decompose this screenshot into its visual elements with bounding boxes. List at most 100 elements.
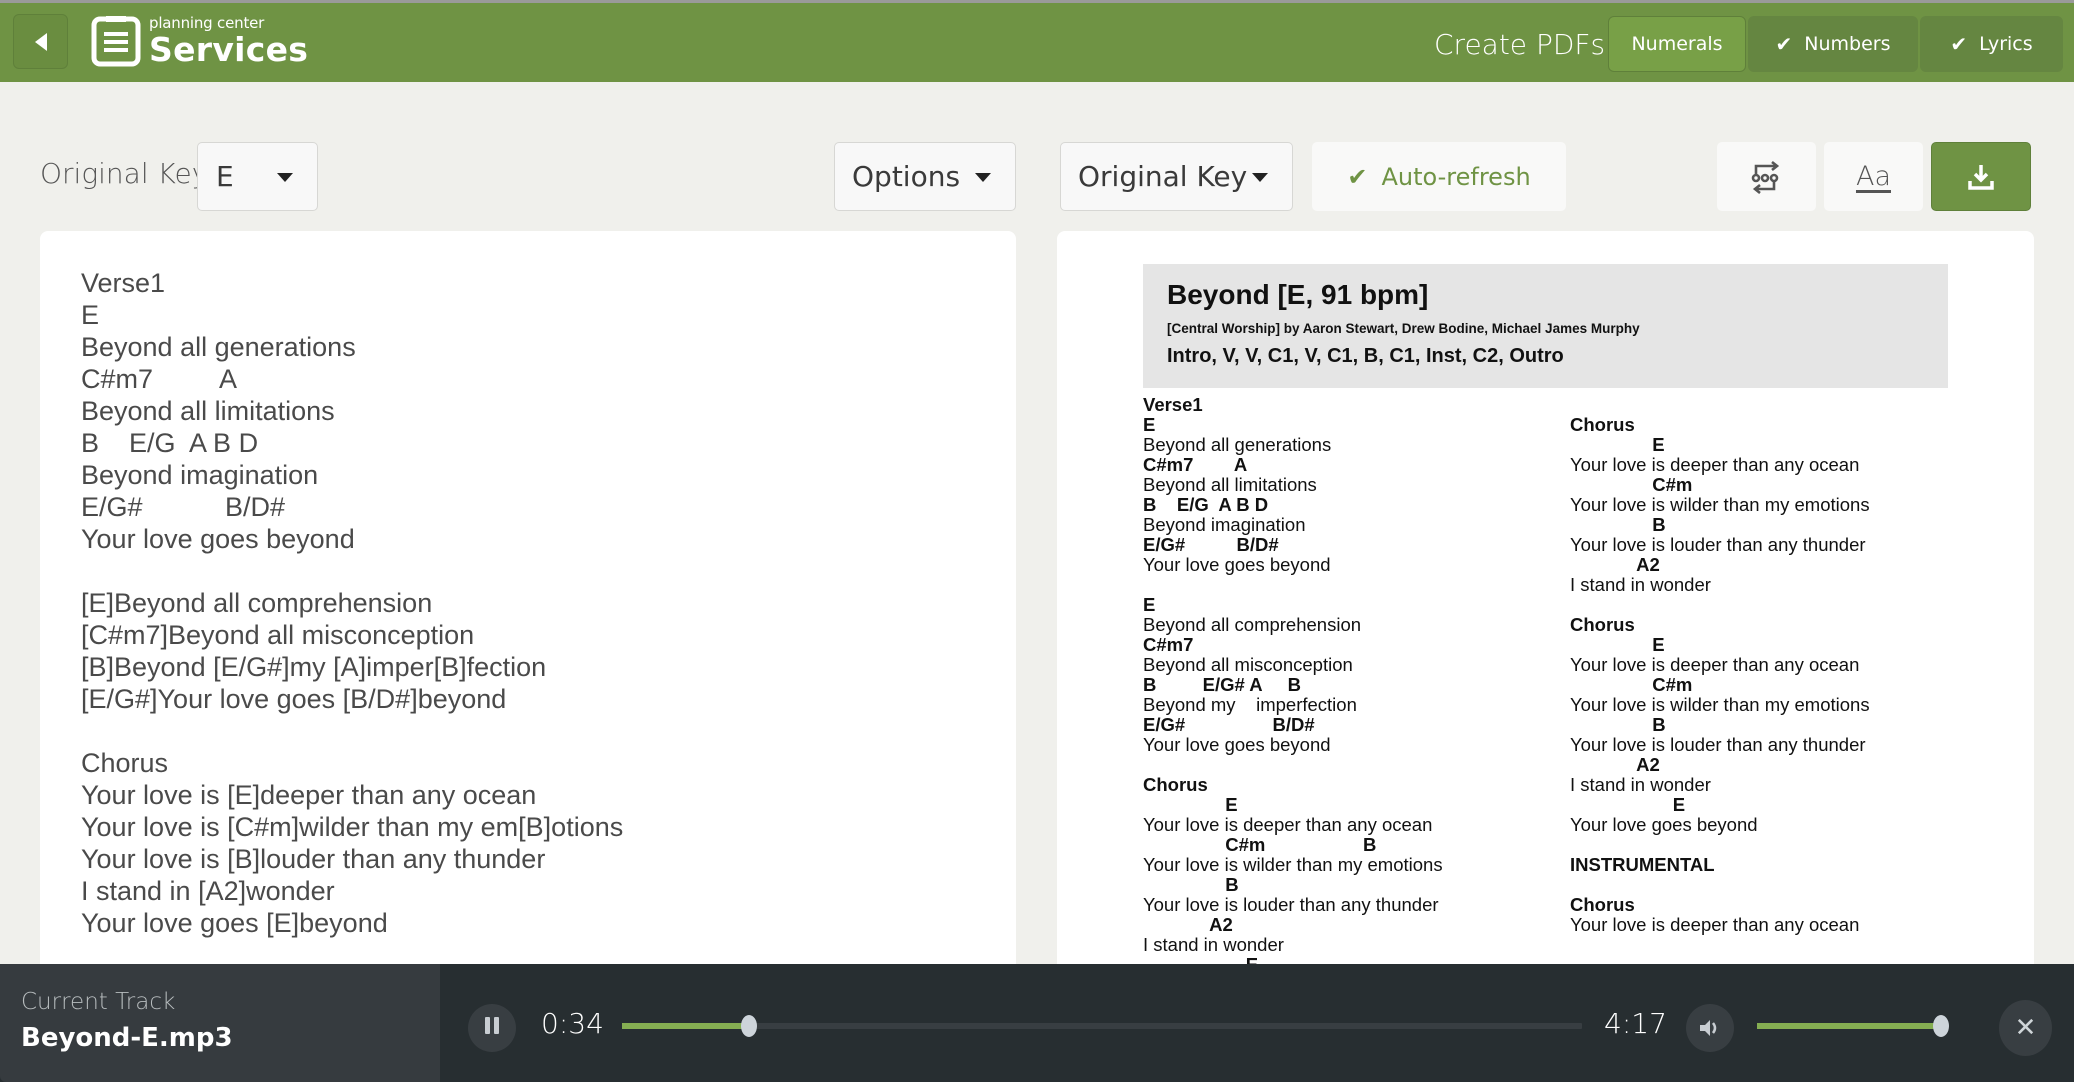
editor-line: Beyond all limitations: [81, 396, 335, 426]
download-button[interactable]: [1931, 142, 2031, 211]
chord-line: A2: [1570, 554, 1660, 575]
transpose-icon: [1751, 160, 1779, 194]
options-label: Options: [852, 160, 961, 193]
chord-chart-editor[interactable]: Verse1 E Beyond all generations C#m7 A Beyon…: [40, 231, 1016, 964]
caret-down-icon: [1252, 173, 1268, 182]
editor-line: Beyond imagination: [81, 460, 319, 490]
brand-subtitle: planning center: [149, 14, 265, 32]
editor-line: [E/G#]Your love goes [B/D#]beyond: [81, 684, 507, 714]
editor-line: I stand in [A2]wonder: [81, 876, 335, 906]
chord-line: E: [1570, 634, 1665, 655]
close-icon: ✕: [2014, 1013, 2037, 1043]
editor-blank-line: [81, 715, 623, 747]
chord-line: E/G# B/D#: [1143, 714, 1315, 735]
editor-line: Your love is [E]deeper than any ocean: [81, 780, 537, 810]
song-header: Beyond [E, 91 bpm] [Central Worship] by …: [1143, 264, 1948, 388]
lyric-line: Your love is louder than any thunder: [1570, 534, 1866, 555]
chord-line: E: [1143, 794, 1238, 815]
services-logo[interactable]: planning center Services: [91, 15, 308, 67]
song-title: Beyond [E, 91 bpm]: [1167, 279, 1429, 310]
lyric-line: Your love is wilder than my emotions: [1570, 494, 1870, 515]
section-heading: INSTRUMENTAL: [1570, 854, 1715, 875]
chord-line: C#m B: [1143, 834, 1377, 855]
pause-icon: [483, 1017, 501, 1039]
chord-line: E: [1143, 414, 1156, 435]
editor-line: Your love is [B]louder than any thunder: [81, 844, 546, 874]
key-select[interactable]: E: [197, 142, 318, 211]
volume-handle[interactable]: [1933, 1015, 1949, 1037]
chevron-left-icon: [34, 32, 47, 51]
song-sequence: Intro, V, V, C1, V, C1, B, C1, Inst, C2,…: [1167, 345, 1564, 367]
numerals-pdf-button[interactable]: Numerals: [1608, 16, 1746, 72]
editor-text[interactable]: Verse1 E Beyond all generations C#m7 A Beyon…: [81, 267, 623, 939]
lyric-line: Beyond all misconception: [1143, 654, 1353, 675]
auto-refresh-toggle[interactable]: ✔ Auto-refresh: [1312, 142, 1566, 211]
volume-button[interactable]: [1686, 1004, 1734, 1052]
pause-button[interactable]: [468, 1004, 516, 1052]
create-pdfs-label: Create PDFs:: [1434, 28, 1615, 61]
editor-line: [E]Beyond all comprehension: [81, 588, 433, 618]
back-button[interactable]: [13, 14, 68, 69]
numbers-pdf-button[interactable]: ✔ Numbers: [1748, 16, 1918, 72]
lyric-line: Your love is deeper than any ocean: [1570, 654, 1860, 675]
current-track-label: Current Track: [21, 989, 176, 1015]
lyric-line: Your love goes beyond: [1570, 814, 1758, 835]
chord-line: B E/G A B D: [1143, 494, 1269, 515]
chord-line: E: [1143, 955, 1443, 965]
lyric-line: Beyond imagination: [1143, 514, 1306, 535]
lyric-line: Beyond all comprehension: [1143, 614, 1362, 635]
editor-line: [C#m7]Beyond all misconception: [81, 620, 475, 650]
original-key-label: Original Key: [40, 157, 209, 190]
font-size-button[interactable]: Aa: [1824, 142, 1923, 211]
total-duration: 4:17: [1604, 1007, 1667, 1040]
editor-line: E/G# B/D#: [81, 492, 286, 522]
check-icon: ✔: [1347, 162, 1368, 191]
lyric-line: Your love goes beyond: [1143, 734, 1331, 755]
editor-line: Verse1: [81, 268, 166, 298]
caret-down-icon: [277, 173, 293, 182]
clipboard-icon: [91, 16, 141, 67]
preview-key-select[interactable]: Original Key: [1060, 142, 1293, 211]
check-icon: ✔: [1775, 32, 1793, 56]
current-track-info: Current Track Beyond-E.mp3: [0, 964, 440, 1082]
chord-line: A2: [1143, 914, 1233, 935]
close-player-button[interactable]: ✕: [1999, 1000, 2052, 1056]
lyric-line: Your love is louder than any thunder: [1143, 894, 1439, 915]
transpose-button[interactable]: [1717, 142, 1816, 211]
volume-slider[interactable]: [1757, 1015, 1949, 1037]
preview-column-1: Verse1 E Beyond all generations C#m7 A Beyon…: [1143, 394, 1443, 965]
lyric-line: I stand in wonder: [1143, 934, 1284, 955]
volume-level: [1757, 1023, 1941, 1029]
lyric-line: I stand in wonder: [1570, 574, 1711, 595]
section-heading: Verse1: [1143, 394, 1203, 415]
chord-line: B: [1570, 514, 1666, 535]
audio-player: Current Track Beyond-E.mp3 0:34 4:17 ✕: [0, 964, 2074, 1082]
song-credits: [Central Worship] by Aaron Stewart, Drew…: [1167, 321, 1640, 336]
editor-line: Your love goes [E]beyond: [81, 908, 388, 938]
numerals-label: Numerals: [1631, 33, 1723, 55]
key-select-value: E: [216, 160, 234, 193]
seek-handle[interactable]: [740, 1015, 757, 1037]
chord-line: C#m7: [1143, 634, 1194, 655]
lyric-line: Your love goes beyond: [1143, 554, 1331, 575]
lyrics-label: Lyrics: [1979, 33, 2033, 55]
speaker-icon: [1700, 1020, 1717, 1036]
pdf-preview: Beyond [E, 91 bpm] [Central Worship] by …: [1057, 231, 2034, 964]
seek-slider[interactable]: [622, 1015, 1582, 1037]
section-heading: Chorus: [1570, 614, 1635, 635]
options-dropdown[interactable]: Options: [834, 142, 1016, 211]
lyric-line: Your love is deeper than any ocean: [1143, 814, 1433, 835]
lyric-line: Your love is louder than any thunder: [1570, 734, 1866, 755]
lyric-line: Your love is wilder than my emotions: [1570, 694, 1870, 715]
lyrics-pdf-button[interactable]: ✔ Lyrics: [1920, 16, 2063, 72]
editor-line: [B]Beyond [E/G#]my [A]imper[B]fection: [81, 652, 547, 682]
editor-line: B E/G A B D: [81, 428, 259, 458]
chord-line: C#m7 A: [1143, 454, 1248, 475]
editor-line: C#m7 A: [81, 364, 238, 394]
editor-line: Your love goes beyond: [81, 524, 355, 554]
seek-progress: [622, 1023, 749, 1029]
